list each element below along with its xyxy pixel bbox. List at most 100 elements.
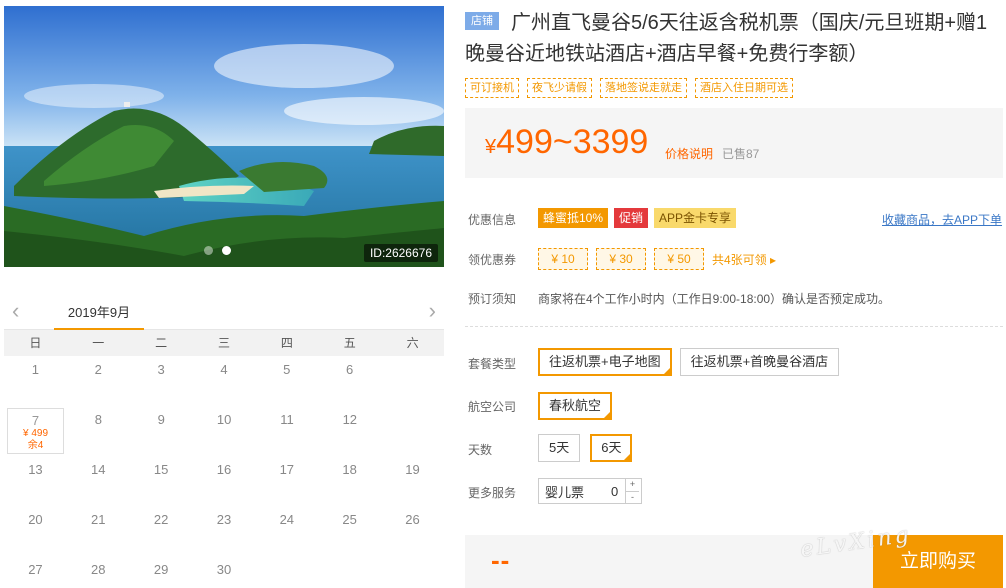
calendar-day: 18	[318, 456, 381, 506]
airline-options: 春秋航空	[538, 392, 613, 420]
infant-ticket-stepper: 婴儿票 0 + -	[538, 478, 642, 504]
calendar-day: 1	[4, 356, 67, 406]
days-label: 天数	[468, 443, 493, 457]
days-options: 5天 6天	[538, 434, 633, 462]
calendar-grid: 1 2 3 4 5 6 7 ¥ 499 余4 8 9 10 11 12 13 14 15 16 17 18 19 20 21…	[4, 356, 444, 588]
calendar-day-number: 16	[216, 462, 232, 477]
more-services-label: 更多服务	[468, 486, 517, 500]
airline-option-spring[interactable]: 春秋航空	[538, 392, 613, 420]
coupon-list: ¥ 10 ¥ 30 ¥ 50 共4张可领 ▸	[538, 248, 776, 270]
island-image	[4, 6, 444, 267]
package-option-hotel[interactable]: 往返机票+首晚曼谷酒店	[679, 348, 840, 376]
calendar-day-number: 23	[216, 512, 232, 527]
package-options: 往返机票+电子地图 往返机票+首晚曼谷酒店	[538, 348, 840, 376]
calendar-day-number: 13	[28, 462, 43, 477]
calendar-day: 24	[255, 506, 318, 556]
plus-icon[interactable]: +	[626, 479, 639, 491]
calendar-day-number: 26	[405, 512, 420, 527]
product-photo[interactable]: ID:2626676	[4, 6, 444, 267]
date-calendar: ‹ 2019年9月 › 日 一 二 三 四 五 六 1 2 3 4 5 6 7 ¥ 499 余4…	[4, 296, 444, 588]
qty-stepper: + -	[625, 479, 639, 503]
calendar-day: 14	[67, 456, 130, 506]
calendar-day: 6	[318, 356, 381, 406]
weekday-label: 二	[155, 336, 168, 350]
purchase-bar: -- 立即购买	[465, 535, 1003, 588]
calendar-day: 25	[318, 506, 381, 556]
currency-symbol: ¥	[485, 136, 497, 158]
favorite-link[interactable]: 收藏商品，去APP下单	[882, 211, 1002, 228]
coupon-more-link[interactable]: 共4张可领 ▸	[712, 251, 776, 268]
calendar-day-number: 4	[220, 362, 228, 377]
promo-badge-app: APP金卡专享	[654, 208, 737, 228]
calendar-day-available[interactable]: 7 ¥ 499 余4	[7, 408, 64, 454]
calendar-day-price: ¥ 499	[22, 428, 49, 439]
calendar-day: 9	[130, 406, 193, 456]
coupon-10[interactable]: ¥ 10	[538, 248, 588, 270]
carousel-dots	[204, 246, 231, 255]
days-option-6[interactable]: 6天	[590, 434, 633, 462]
calendar-day-number: 27	[28, 562, 43, 577]
weekday-label: 五	[343, 336, 356, 350]
notice-text: 商家将在4个工作小时内（工作日9:00-18:00）确认是否预定成功。	[538, 292, 891, 306]
calendar-month-tab[interactable]: 2019年9月	[54, 302, 144, 330]
calendar-day-number: 29	[153, 562, 169, 577]
calendar-day: 2	[67, 356, 130, 406]
calendar-day: 10	[193, 406, 256, 456]
minus-icon[interactable]: -	[626, 490, 639, 504]
calendar-day: 22	[130, 506, 193, 556]
chevron-left-icon[interactable]: ‹	[12, 300, 19, 322]
infant-ticket-qty[interactable]: 0	[611, 484, 625, 499]
feature-tag: 酒店入住日期可选	[695, 78, 793, 98]
calendar-day: 28	[67, 556, 130, 588]
calendar-day-number: 10	[216, 412, 232, 427]
sold-count: 已售87	[722, 147, 760, 161]
total-price: --	[491, 545, 511, 575]
calendar-day-number: 6	[346, 362, 354, 377]
promo-list: 蜂蜜抵10% 促销 APP金卡专享	[538, 208, 737, 228]
weekday-label: 一	[92, 336, 105, 350]
calendar-day-number: 25	[342, 512, 357, 527]
weekday-label: 三	[218, 336, 231, 350]
carousel-dot[interactable]	[204, 246, 213, 255]
feature-tag: 落地签说走就走	[600, 78, 687, 98]
product-title: 广州直飞曼谷5/6天往返含税机票（国庆/元旦班期+赠1晚曼谷近地铁站酒店+酒店早…	[465, 12, 988, 65]
calendar-day-number: 21	[91, 512, 106, 527]
carousel-dot-active[interactable]	[222, 246, 231, 255]
calendar-day-number: 22	[153, 512, 169, 527]
calendar-day-number: 15	[153, 462, 169, 477]
calendar-day: 3	[130, 356, 193, 406]
feature-tag: 夜飞少请假	[527, 78, 592, 98]
calendar-day: 5	[255, 356, 318, 406]
calendar-day-number: 20	[28, 512, 43, 527]
calendar-day-number: 3	[157, 362, 165, 377]
calendar-day-number: 1	[31, 362, 40, 377]
calendar-day: 12	[318, 406, 381, 456]
calendar-day: 26	[381, 506, 444, 556]
calendar-day-stock: 余4	[27, 440, 44, 451]
calendar-day-number: 18	[342, 462, 357, 477]
calendar-day: 4	[193, 356, 256, 406]
calendar-day-number: 8	[94, 412, 103, 427]
section-divider	[465, 326, 1003, 327]
calendar-day-number: 17	[279, 462, 295, 477]
calendar-day-number: 19	[405, 462, 420, 477]
promo-label: 优惠信息	[468, 213, 517, 227]
price-range-value: 499~3399	[496, 123, 649, 161]
calendar-day: 27	[4, 556, 67, 588]
calendar-day: 29	[130, 556, 193, 588]
days-option-5[interactable]: 5天	[538, 434, 581, 462]
calendar-day-number: 24	[279, 512, 295, 527]
calendar-day: 16	[193, 456, 256, 506]
calendar-day: 15	[130, 456, 193, 506]
coupon-30[interactable]: ¥ 30	[596, 248, 646, 270]
package-option-map[interactable]: 往返机票+电子地图	[538, 348, 672, 376]
calendar-day-number: 30	[216, 562, 232, 577]
price-note-link[interactable]: 价格说明	[665, 145, 713, 162]
coupon-50[interactable]: ¥ 50	[654, 248, 704, 270]
calendar-day: 13	[4, 456, 67, 506]
calendar-day-number: 2	[94, 362, 102, 377]
weekday-label: 六	[406, 336, 419, 350]
feature-tag: 可订接机	[465, 78, 519, 98]
chevron-right-icon[interactable]: ›	[429, 300, 436, 322]
infant-ticket-label: 婴儿票	[545, 484, 585, 500]
